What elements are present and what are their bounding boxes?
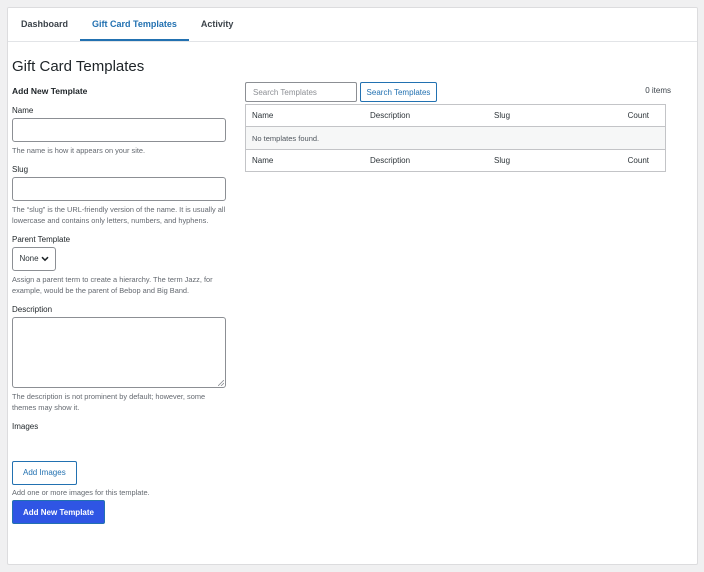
parent-template-label: Parent Template (12, 234, 71, 244)
add-template-form: Add New Template Name The name is how it… (12, 86, 228, 524)
column-footer-name[interactable]: Name (246, 156, 370, 165)
search-bar: Search Templates Search Templates 0 item… (245, 82, 671, 102)
parent-template-help-text: Assign a parent term to create a hierarc… (12, 274, 213, 296)
search-templates-button[interactable]: Search Templates (360, 82, 437, 102)
chevron-down-icon (41, 256, 49, 261)
description-label: Description (12, 304, 53, 314)
images-help-text: Add one or more images for this template… (12, 487, 150, 497)
column-footer-count[interactable]: Count (606, 156, 665, 165)
description-textarea[interactable] (12, 316, 226, 388)
tab-dashboard[interactable]: Dashboard (9, 8, 80, 41)
tab-activity[interactable]: Activity (189, 8, 246, 41)
slug-help-text: The “slug” is the URL-friendly version o… (12, 204, 226, 226)
form-heading: Add New Template (12, 86, 88, 96)
table-footer-row: Name Description Slug Count (246, 149, 665, 171)
images-label: Images (12, 421, 39, 431)
tab-bar: Dashboard Gift Card Templates Activity (8, 8, 697, 42)
column-header-name[interactable]: Name (246, 111, 370, 120)
name-label: Name (12, 106, 34, 115)
tab-gift-card-templates[interactable]: Gift Card Templates (80, 8, 189, 41)
add-new-template-button[interactable]: Add New Template (12, 500, 105, 524)
empty-message: No templates found. (252, 133, 320, 143)
column-footer-slug[interactable]: Slug (494, 156, 606, 165)
item-count: 0 items (645, 86, 671, 95)
column-header-description[interactable]: Description (370, 111, 494, 120)
parent-template-value: None (19, 254, 39, 263)
name-input[interactable] (12, 118, 226, 142)
parent-template-select[interactable]: None (12, 246, 56, 271)
column-footer-description[interactable]: Description (370, 156, 494, 165)
table-header-row: Name Description Slug Count (246, 105, 665, 127)
images-preview-area (12, 434, 228, 461)
add-images-button[interactable]: Add Images (12, 460, 77, 485)
table-row-empty: No templates found. (246, 127, 665, 149)
name-help-text: The name is how it appears on your site. (12, 146, 146, 155)
slug-label: Slug (12, 164, 29, 174)
templates-table: Name Description Slug Count No templates… (245, 104, 666, 172)
search-input[interactable]: Search Templates (245, 82, 357, 102)
column-header-count[interactable]: Count (606, 111, 665, 120)
slug-input[interactable] (12, 176, 226, 201)
resize-handle-icon[interactable] (218, 379, 224, 386)
page-title: Gift Card Templates (12, 58, 145, 75)
column-header-slug[interactable]: Slug (494, 111, 606, 120)
description-help-text: The description is not prominent by defa… (12, 391, 206, 413)
